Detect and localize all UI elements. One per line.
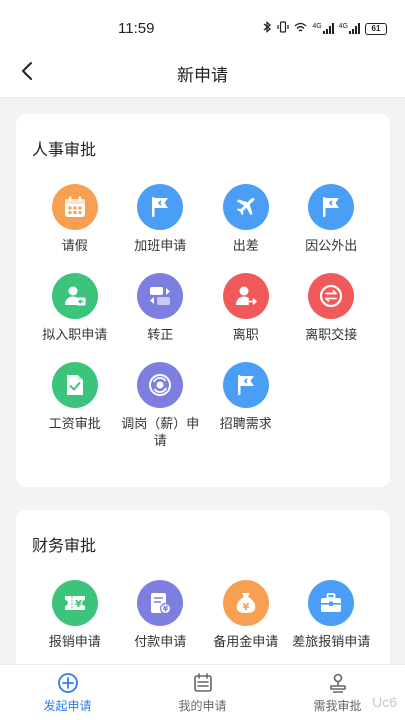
- request-type-label: 转正: [147, 328, 174, 343]
- status-icons: 4G 4G 61: [263, 21, 387, 36]
- svg-text:¥: ¥: [75, 599, 82, 610]
- request-type-label: 因公外出: [305, 239, 358, 254]
- watermark: Uc6: [372, 694, 397, 710]
- request-type-item[interactable]: 工资审批: [32, 362, 118, 450]
- battery-icon: 61: [365, 22, 387, 35]
- tab-label: 我的申请: [178, 698, 227, 713]
- request-type-label: 加班申请: [134, 239, 187, 254]
- request-type-label: 付款申请: [134, 635, 187, 650]
- ticket-yen-icon: ¥: [51, 580, 98, 626]
- status-time: 11:59: [118, 20, 155, 37]
- page-title: 新申请: [177, 66, 228, 86]
- request-type-item[interactable]: 转正: [118, 273, 204, 344]
- status-bar: 11:59 4G 4G 61: [0, 0, 405, 44]
- request-type-label: 请假: [61, 239, 88, 254]
- request-type-label: 离职交接: [305, 328, 358, 343]
- tab-label: 发起申请: [43, 698, 92, 713]
- plus-circle-icon: [57, 672, 78, 693]
- money-bag-icon: ¥: [222, 580, 269, 626]
- signal-1-icon: 4G: [312, 23, 334, 34]
- section-title: 财务审批: [32, 536, 97, 555]
- refresh-icon: [137, 362, 184, 408]
- request-type-label: 备用金申请: [213, 635, 279, 650]
- document-check-icon: [51, 362, 98, 408]
- request-type-label: 报销申请: [48, 635, 101, 650]
- request-type-item[interactable]: 出差: [203, 184, 289, 255]
- airplane-icon: [222, 184, 269, 230]
- request-type-label: 工资审批: [48, 417, 101, 432]
- user-exit-icon: [222, 273, 269, 319]
- svg-text:¥: ¥: [242, 602, 249, 613]
- request-type-item[interactable]: 招聘需求: [203, 362, 289, 450]
- request-type-item[interactable]: 因公外出: [289, 184, 375, 255]
- request-type-label: 离职: [232, 328, 259, 343]
- section-title: 人事审批: [32, 140, 97, 159]
- svg-text:¥: ¥: [163, 605, 169, 614]
- flag-icon: [308, 184, 355, 230]
- request-type-label: 差旅报销申请: [292, 635, 371, 650]
- tab-pending-approval[interactable]: 需我审批: [270, 665, 405, 720]
- request-type-item[interactable]: 调岗（薪）申请: [118, 362, 204, 450]
- request-type-item[interactable]: 拟入职申请: [32, 273, 118, 344]
- request-type-label: 调岗（薪）申请: [121, 417, 200, 449]
- nav-bar: 新申请: [0, 44, 405, 98]
- tab-bar: 发起申请 我的申请 需我审批 Uc6: [0, 664, 405, 720]
- request-type-label: 出差: [232, 239, 259, 254]
- vibrate-icon: [277, 21, 289, 36]
- flag-icon: [137, 184, 184, 230]
- calendar-list-icon: [193, 672, 212, 692]
- wifi-icon: [294, 22, 307, 36]
- tab-new-request[interactable]: 发起申请: [0, 665, 135, 720]
- exchange-icon: [308, 273, 355, 319]
- request-type-item[interactable]: 离职交接: [289, 273, 375, 344]
- briefcase-icon: [308, 580, 355, 626]
- request-type-item[interactable]: ¥ 报销申请: [32, 580, 118, 651]
- request-type-item[interactable]: 差旅报销申请: [289, 580, 375, 651]
- stamp-icon: [329, 673, 346, 693]
- request-type-item[interactable]: ¥ 付款申请: [118, 580, 204, 651]
- hr-approval-grid: 请假 加班申请 出差 因公外出拟入职申请 转正 离职 离职交接工资审批 调岗（薪）申请 招聘需求: [32, 184, 374, 450]
- request-type-item[interactable]: ¥ 备用金申请: [203, 580, 289, 651]
- tab-label: 需我审批: [313, 698, 362, 713]
- request-type-label: 拟入职申请: [42, 328, 108, 343]
- hr-approval-card: 人事审批 请假 加班申请 出差 因公外出拟入职申请 转正 离职 离职交接工资审批 调岗（薪）申…: [16, 114, 390, 487]
- request-type-item[interactable]: 加班申请: [118, 184, 204, 255]
- signal-2-icon: 4G: [339, 23, 360, 34]
- tab-my-requests[interactable]: 我的申请: [135, 665, 270, 720]
- calendar-icon: [51, 184, 98, 230]
- flag-icon: [222, 362, 269, 408]
- swap-icon: [137, 273, 184, 319]
- finance-approval-card: 财务审批 ¥ 报销申请 ¥ 付款申请 ¥ 备用金申请 差旅报销申请: [16, 510, 390, 680]
- request-type-item[interactable]: 请假: [32, 184, 118, 255]
- invoice-yen-icon: ¥: [137, 580, 184, 626]
- request-type-label: 招聘需求: [219, 417, 272, 432]
- bluetooth-icon: [263, 21, 272, 36]
- finance-approval-grid: ¥ 报销申请 ¥ 付款申请 ¥ 备用金申请 差旅报销申请: [32, 580, 374, 651]
- user-arrow-icon: [51, 273, 98, 319]
- request-type-item[interactable]: 离职: [203, 273, 289, 344]
